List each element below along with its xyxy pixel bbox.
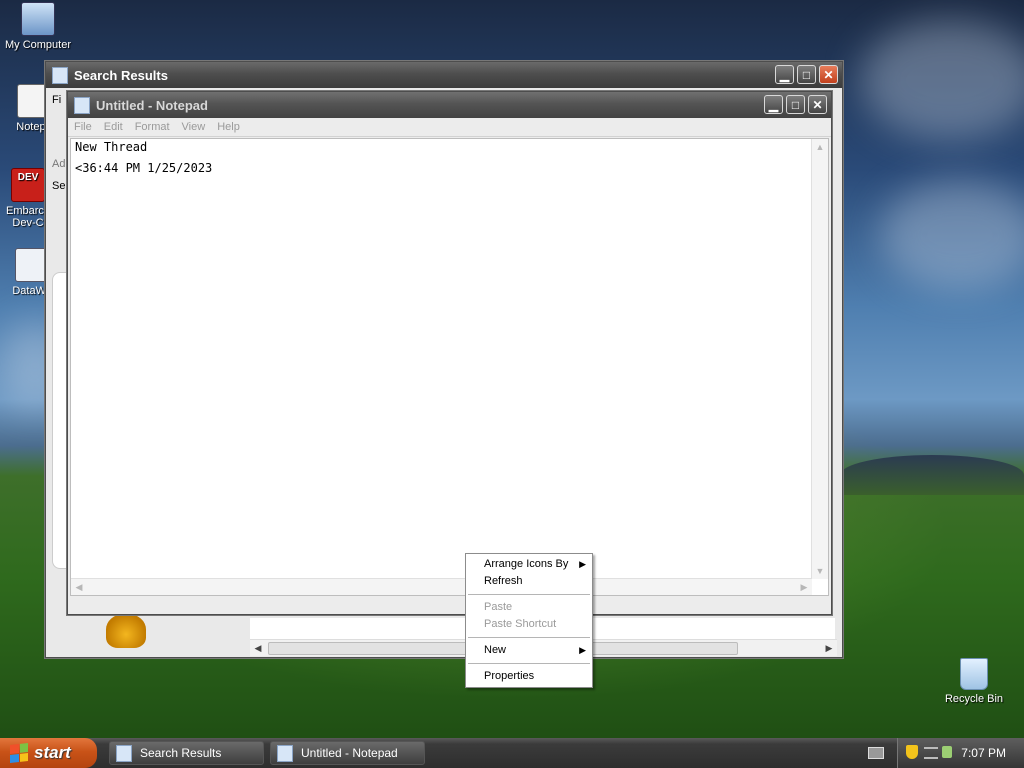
search-dog-icon [106,614,146,648]
start-label: start [34,743,71,762]
scroll-right-arrow[interactable]: ▶ [796,579,812,595]
menu-view[interactable]: View [182,121,206,133]
menu-item-paste: Paste [466,599,592,616]
menu-item-paste-shortcut: Paste Shortcut [466,616,592,633]
distant-hills [840,455,1024,495]
scroll-down-arrow[interactable]: ▼ [812,563,828,579]
text-line: New Thread [75,140,148,154]
scroll-right-arrow[interactable]: ▶ [821,640,837,656]
menu-item-label: Paste [484,601,513,613]
recycle-bin-icon [960,658,988,690]
system-tray: 7:07 PM [897,738,1024,768]
menu-file[interactable]: File [74,121,92,133]
menu-item-label: Paste Shortcut [484,618,557,630]
desktop-icon-recycle-bin[interactable]: Recycle Bin [936,658,1012,705]
menu-edit[interactable]: Edit [104,121,123,133]
menu-separator [468,637,590,638]
minimize-icon: ▁ [779,67,790,82]
horizontal-scrollbar[interactable]: ◀ ▶ [71,578,812,595]
menu-item-label: Properties [484,670,535,682]
scroll-left-arrow[interactable]: ◀ [250,640,266,656]
submenu-arrow-icon: ▶ [579,559,586,569]
menu-item-refresh[interactable]: Refresh [466,573,592,590]
notepad-text-area[interactable]: New Thread <36:44 PM 1/25/2023 ▲ ▼ ◀ ▶ [70,138,829,596]
search-menubar-partial[interactable]: Fi [52,94,61,106]
taskbar-button-notepad[interactable]: Untitled - Notepad [270,741,425,765]
search-pane-partial: Se [52,180,66,192]
window-title: Untitled - Notepad [96,97,208,113]
menu-item-label: Arrange Icons By [484,558,569,570]
keyboard-icon[interactable] [868,747,884,759]
notepad-window[interactable]: Untitled - Notepad ▁ □ ✕ File Edit Forma… [67,91,832,615]
maximize-icon: □ [791,97,800,112]
menu-item-new[interactable]: New ▶ [466,642,592,659]
close-icon: ✕ [812,97,823,112]
menu-separator [468,663,590,664]
clock[interactable]: 7:07 PM [961,746,1006,760]
desktop-icon-my-computer[interactable]: My Computer [0,2,76,51]
search-results-titlebar[interactable]: Search Results ▁ □ ✕ [46,62,842,88]
menu-separator [468,594,590,595]
minimize-icon: ▁ [768,97,779,112]
menu-item-arrange-icons[interactable]: Arrange Icons By ▶ [466,556,592,573]
scroll-up-arrow[interactable]: ▲ [812,139,828,155]
maximize-icon: □ [802,67,811,82]
notepad-titlebar[interactable]: Untitled - Notepad ▁ □ ✕ [68,92,831,118]
embarcadero-devc-icon: DEV [11,168,45,202]
menu-format[interactable]: Format [135,121,170,133]
search-results-icon [52,66,68,84]
sky-cloud [880,180,1024,290]
menu-item-label: Refresh [484,575,523,587]
taskbar-button-label: Untitled - Notepad [301,746,398,760]
desktop-context-menu: Arrange Icons By ▶ Refresh Paste Paste S… [465,553,593,688]
my-computer-icon [21,2,55,36]
search-address-partial: Ad [52,158,66,170]
datawatch-icon [15,248,49,282]
close-button[interactable]: ✕ [808,95,827,114]
window-title: Search Results [74,67,168,83]
start-button[interactable]: start [0,738,97,768]
menu-item-properties[interactable]: Properties [466,668,592,685]
minimize-button[interactable]: ▁ [775,65,794,84]
volume-icon[interactable] [942,746,952,758]
menu-item-label: New [484,644,507,656]
notepad-icon [277,744,293,762]
maximize-button[interactable]: □ [797,65,816,84]
taskbar-button-search-results[interactable]: Search Results [109,741,264,765]
menu-help[interactable]: Help [217,121,240,133]
close-icon: ✕ [823,67,834,82]
minimize-button[interactable]: ▁ [764,95,783,114]
network-icon[interactable] [924,747,938,759]
desktop-icon-label: Recycle Bin [944,693,1004,705]
desktop-icon-label: My Computer [4,39,72,51]
submenu-arrow-icon: ▶ [579,645,586,655]
sky-cloud [860,20,1024,140]
maximize-button[interactable]: □ [786,95,805,114]
scroll-left-arrow[interactable]: ◀ [71,579,87,595]
close-button[interactable]: ✕ [819,65,838,84]
search-pane-edge [52,272,68,569]
taskbar: start Search Results Untitled - Notepad … [0,738,1024,768]
vertical-scrollbar[interactable]: ▲ ▼ [811,139,828,579]
security-shield-icon[interactable] [906,745,918,759]
text-line: <36:44 PM 1/25/2023 [75,161,213,175]
taskbar-button-label: Search Results [140,746,222,760]
notepad-icon [74,96,90,114]
search-results-icon [116,744,132,762]
windows-flag-icon [10,743,28,763]
notepad-menubar: File Edit Format View Help [68,118,831,137]
